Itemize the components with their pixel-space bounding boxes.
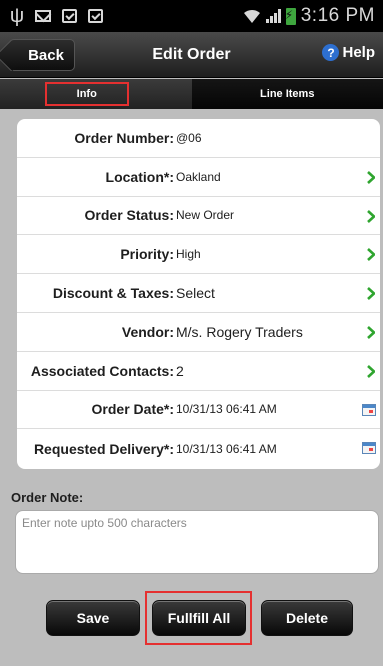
save-button-label: Save xyxy=(76,610,110,626)
fulfill-all-button-label: Fullfill All xyxy=(167,610,231,626)
back-button[interactable]: Back xyxy=(9,39,75,71)
chevron-right-icon xyxy=(367,170,375,184)
field-priority[interactable]: Priority: High xyxy=(17,235,380,275)
order-fields-card: Order Number: @06 Location*: Oakland Ord… xyxy=(17,119,380,469)
field-order-date[interactable]: Order Date*: 10/31/13 06:41 AM xyxy=(17,391,380,430)
page-title: Edit Order xyxy=(152,45,231,63)
field-label: Order Status: xyxy=(84,207,174,224)
notification-icons: ψ xyxy=(0,5,104,27)
help-button[interactable]: ? Help xyxy=(322,44,375,61)
tab-info-label: Info xyxy=(76,88,97,100)
status-bar: ψ 3:16 PM xyxy=(0,0,383,32)
field-label: Discount & Taxes: xyxy=(52,285,174,302)
tab-line-items[interactable]: Line Items xyxy=(191,79,383,109)
field-value: Oakland xyxy=(176,169,221,184)
help-icon: ? xyxy=(322,44,340,61)
field-order-number: Order Number: @06 xyxy=(17,119,380,158)
field-value: Select xyxy=(176,285,215,302)
status-time: 3:16 PM xyxy=(300,5,375,26)
field-label: Priority: xyxy=(120,246,174,263)
app-header: Back Edit Order ? Help xyxy=(0,32,383,78)
field-requested-delivery[interactable]: Requested Delivery*: 10/31/13 06:41 AM xyxy=(17,429,380,468)
delete-button-label: Delete xyxy=(285,610,329,626)
field-value: New Order xyxy=(176,208,235,223)
field-value: 2 xyxy=(176,362,184,379)
system-icons: 3:16 PM xyxy=(243,5,383,27)
tab-info-highlight: Info xyxy=(44,82,129,106)
calendar-icon[interactable] xyxy=(362,403,376,416)
wifi-icon xyxy=(243,9,260,23)
fulfill-all-button[interactable]: Fullfill All xyxy=(152,600,246,636)
field-discount-taxes[interactable]: Discount & Taxes: Select xyxy=(17,274,380,313)
field-value: 10/31/13 06:41 AM xyxy=(176,402,277,417)
field-label: Requested Delivery*: xyxy=(33,440,174,457)
order-note-label: Order Note: xyxy=(11,490,84,505)
field-value: @06 xyxy=(176,130,202,145)
field-associated-contacts[interactable]: Associated Contacts: 2 xyxy=(17,352,380,391)
field-value: 10/31/13 06:41 AM xyxy=(176,441,277,456)
field-order-status[interactable]: Order Status: New Order xyxy=(17,197,380,236)
usb-icon: ψ xyxy=(9,5,25,27)
mail-icon xyxy=(34,8,52,24)
save-button[interactable]: Save xyxy=(46,600,140,636)
field-location[interactable]: Location*: Oakland xyxy=(17,158,380,197)
delete-button[interactable]: Delete xyxy=(261,600,353,636)
tab-info[interactable]: Info xyxy=(0,79,192,109)
field-value: High xyxy=(176,247,201,262)
field-label: Vendor: xyxy=(121,323,174,340)
field-label: Associated Contacts: xyxy=(30,362,174,379)
back-button-label: Back xyxy=(28,46,64,64)
field-vendor[interactable]: Vendor: M/s. Rogery Traders xyxy=(17,313,380,352)
field-label: Location*: xyxy=(105,168,174,185)
tab-bar: Info Line Items xyxy=(0,79,383,109)
calendar-icon[interactable] xyxy=(362,442,376,455)
field-value: M/s. Rogery Traders xyxy=(176,323,303,340)
signal-icon xyxy=(265,9,281,23)
bag-check-icon xyxy=(86,8,104,24)
chevron-right-icon xyxy=(367,209,375,223)
field-label: Order Date*: xyxy=(91,401,174,418)
chevron-right-icon xyxy=(367,364,375,378)
tab-line-items-label: Line Items xyxy=(260,88,315,100)
battery-charging-icon xyxy=(285,7,296,25)
chevron-right-icon xyxy=(367,248,375,262)
field-label: Order Number: xyxy=(74,129,174,146)
help-label: Help xyxy=(342,44,375,61)
chevron-right-icon xyxy=(367,287,375,301)
order-note-input[interactable] xyxy=(15,510,379,574)
bag-check-icon xyxy=(60,8,78,24)
chevron-right-icon xyxy=(367,326,375,339)
